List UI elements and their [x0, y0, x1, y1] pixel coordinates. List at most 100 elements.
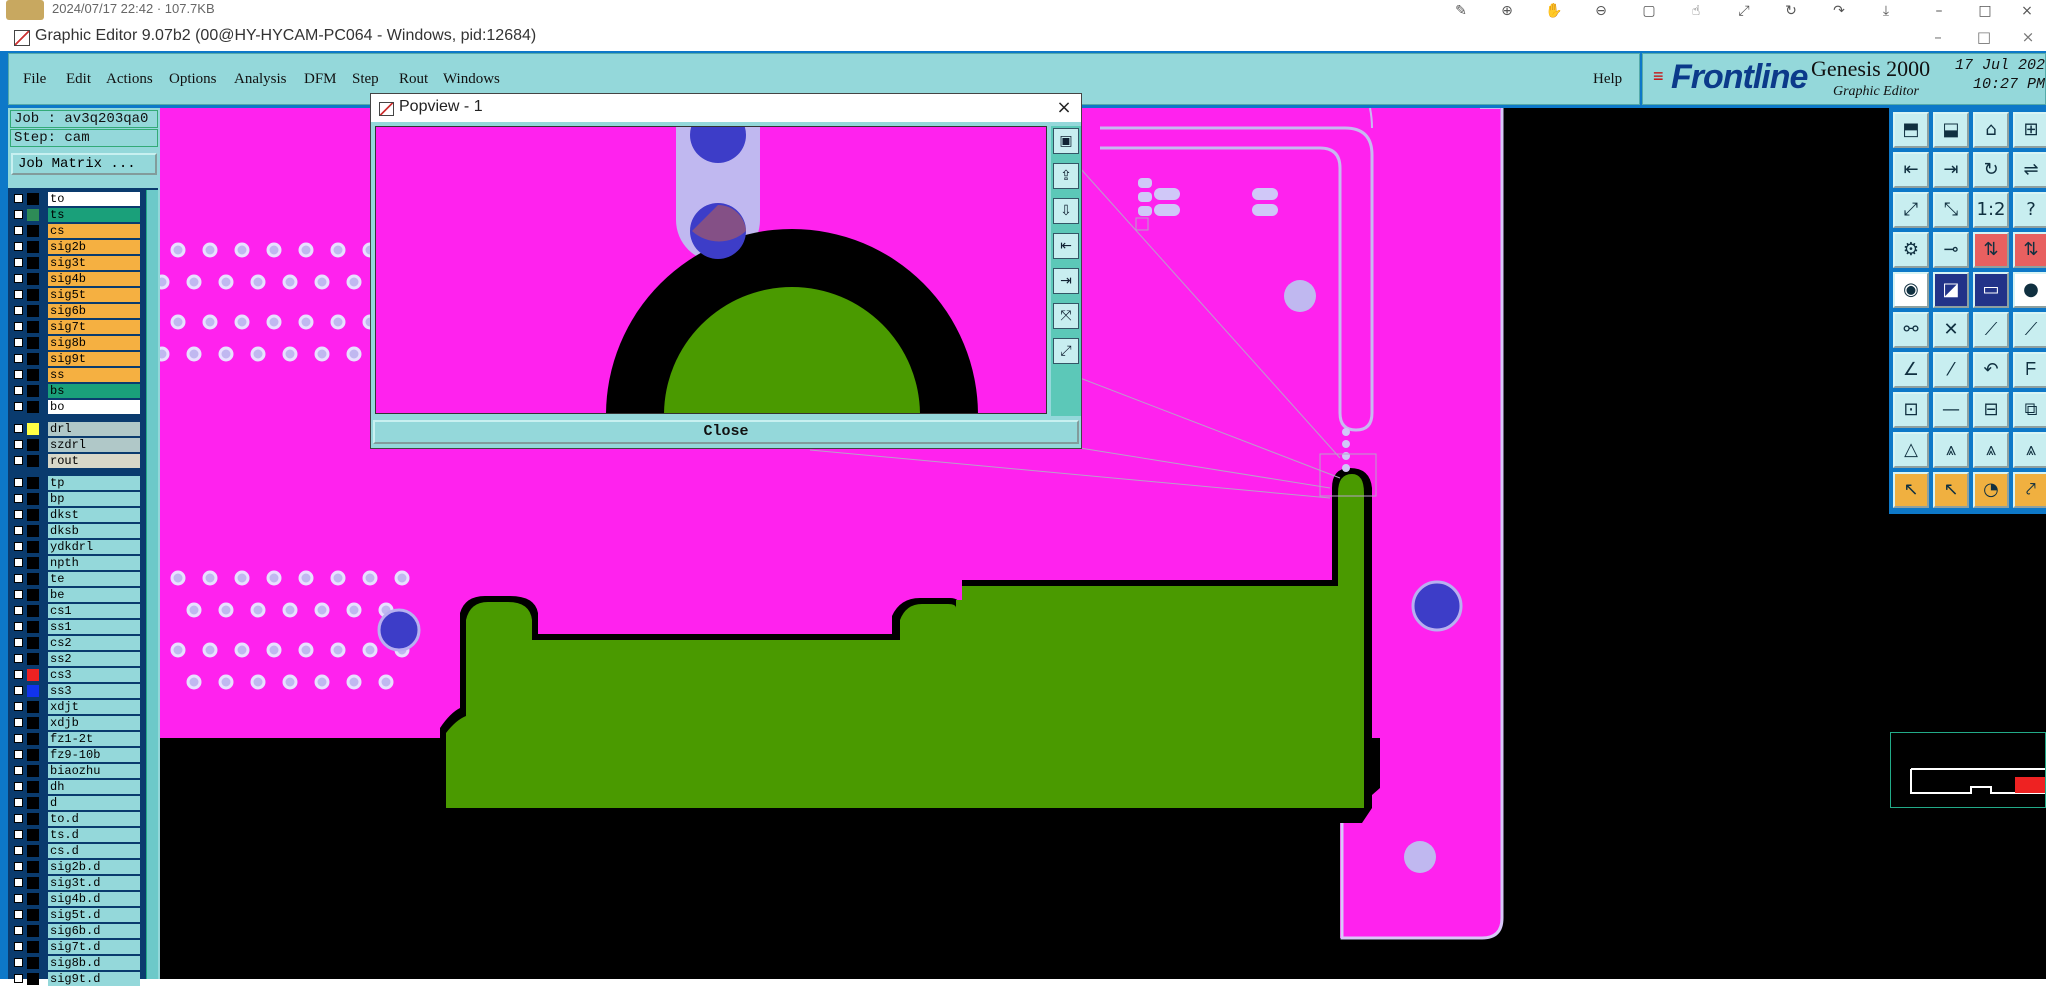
layer-checkbox[interactable] — [14, 750, 23, 759]
layer-row-6[interactable]: sig5t — [12, 288, 140, 302]
menu-help[interactable]: Help — [1593, 71, 1622, 88]
layer-row-45[interactable]: sig6b.d — [12, 924, 140, 938]
popview-canvas[interactable] — [375, 126, 1047, 414]
layer-checkbox[interactable] — [14, 830, 23, 839]
layer-checkbox[interactable] — [14, 958, 23, 967]
layer-row-30[interactable]: ss3 — [12, 684, 140, 698]
layer-row-5[interactable]: sig4b — [12, 272, 140, 286]
layer-checkbox[interactable] — [14, 814, 23, 823]
tool-button-6[interactable]: ↻ — [1973, 152, 2009, 188]
tool-button-28[interactable]: ⊡ — [1893, 392, 1929, 428]
popview-tool-fit[interactable]: ▣ — [1053, 128, 1079, 154]
layer-row-46[interactable]: sig7t.d — [12, 940, 140, 954]
layer-checkbox[interactable] — [14, 558, 23, 567]
layer-name[interactable]: fz9-10b — [48, 748, 140, 762]
crop-icon[interactable]: ▢ — [1640, 2, 1658, 20]
layer-row-27[interactable]: cs2 — [12, 636, 140, 650]
layer-name[interactable]: bo — [48, 400, 140, 414]
layer-name[interactable]: sig8b.d — [48, 956, 140, 970]
tool-button-20[interactable]: ⚯ — [1893, 312, 1929, 348]
layer-checkbox[interactable] — [14, 622, 23, 631]
layer-checkbox[interactable] — [14, 526, 23, 535]
layer-row-13[interactable]: bo — [12, 400, 140, 414]
layer-row-47[interactable]: sig8b.d — [12, 956, 140, 970]
menu-actions[interactable]: Actions — [106, 71, 153, 88]
layer-checkbox[interactable] — [14, 510, 23, 519]
tool-button-32[interactable]: △ — [1893, 432, 1929, 468]
tool-button-33[interactable]: ⩓ — [1933, 432, 1969, 468]
layer-checkbox[interactable] — [14, 494, 23, 503]
layer-name[interactable]: xdjt — [48, 700, 140, 714]
menu-windows[interactable]: Windows — [443, 71, 500, 88]
layer-row-28[interactable]: ss2 — [12, 652, 140, 666]
tool-button-29[interactable]: — — [1933, 392, 1969, 428]
layer-checkbox[interactable] — [14, 670, 23, 679]
tool-button-4[interactable]: ⇤ — [1893, 152, 1929, 188]
tool-button-31[interactable]: ⧉ — [2013, 392, 2046, 428]
layer-row-20[interactable]: dksb — [12, 524, 140, 538]
layer-list-scrollbar[interactable] — [146, 190, 158, 979]
layer-checkbox[interactable] — [14, 456, 23, 465]
layer-checkbox[interactable] — [14, 798, 23, 807]
popview-close-icon[interactable]: × — [1051, 96, 1077, 120]
pan-icon[interactable]: ✋ — [1545, 2, 1563, 20]
popview-tool-up[interactable]: ⇪ — [1053, 163, 1079, 189]
tool-button-27[interactable]: ᖴ — [2013, 352, 2046, 388]
zoom-in-icon[interactable]: ⊕ — [1498, 2, 1516, 20]
layer-name[interactable]: rout — [48, 454, 140, 468]
tool-button-35[interactable]: ⩓ — [2013, 432, 2046, 468]
layer-row-43[interactable]: sig4b.d — [12, 892, 140, 906]
layer-checkbox[interactable] — [14, 734, 23, 743]
layer-row-34[interactable]: fz9-10b — [12, 748, 140, 762]
layer-row-39[interactable]: ts.d — [12, 828, 140, 842]
viewer-maximize-icon[interactable]: □ — [1976, 2, 1994, 20]
layer-row-3[interactable]: sig2b — [12, 240, 140, 254]
tool-button-18[interactable]: ▭ — [1973, 272, 2009, 308]
layer-name[interactable]: sig4b — [48, 272, 140, 286]
tool-button-23[interactable]: ⟋ — [2013, 312, 2046, 348]
popview-tool-left[interactable]: ⇤ — [1053, 233, 1079, 259]
tool-button-16[interactable]: ◉ — [1893, 272, 1929, 308]
layer-name[interactable]: npth — [48, 556, 140, 570]
tool-button-26[interactable]: ↶ — [1973, 352, 2009, 388]
redo-icon[interactable]: ↷ — [1830, 2, 1848, 20]
layer-row-25[interactable]: cs1 — [12, 604, 140, 618]
layer-name[interactable]: cs3 — [48, 668, 140, 682]
layer-checkbox[interactable] — [14, 242, 23, 251]
layer-name[interactable]: sig6b — [48, 304, 140, 318]
download-icon[interactable]: ⤓ — [1877, 2, 1895, 20]
layer-name[interactable]: sig2b.d — [48, 860, 140, 874]
layer-name[interactable]: cs2 — [48, 636, 140, 650]
layer-row-8[interactable]: sig7t — [12, 320, 140, 334]
layer-row-0[interactable]: to — [12, 192, 140, 206]
tool-button-14[interactable]: ⇅ — [1973, 232, 2009, 268]
tool-button-34[interactable]: ⩓ — [1973, 432, 2009, 468]
layer-checkbox[interactable] — [14, 574, 23, 583]
layer-checkbox[interactable] — [14, 686, 23, 695]
popview-tool-right[interactable]: ⇥ — [1053, 268, 1079, 294]
layer-checkbox[interactable] — [14, 878, 23, 887]
layer-row-29[interactable]: cs3 — [12, 668, 140, 682]
tool-button-7[interactable]: ⇌ — [2013, 152, 2046, 188]
menu-options[interactable]: Options — [169, 71, 217, 88]
menu-file[interactable]: File — [23, 71, 46, 88]
layer-row-16[interactable]: rout — [12, 454, 140, 468]
layer-name[interactable]: dkst — [48, 508, 140, 522]
layer-name[interactable]: to — [48, 192, 140, 206]
layer-checkbox[interactable] — [14, 926, 23, 935]
layer-row-11[interactable]: ss — [12, 368, 140, 382]
layer-checkbox[interactable] — [14, 910, 23, 919]
layer-row-35[interactable]: biaozhu — [12, 764, 140, 778]
layer-row-42[interactable]: sig3t.d — [12, 876, 140, 890]
layer-row-48[interactable]: sig9t.d — [12, 972, 140, 986]
layer-row-2[interactable]: cs — [12, 224, 140, 238]
layer-name[interactable]: te — [48, 572, 140, 586]
close-button[interactable]: × — [2010, 26, 2046, 48]
layer-checkbox[interactable] — [14, 306, 23, 315]
layer-row-33[interactable]: fz1-2t — [12, 732, 140, 746]
layer-name[interactable]: sig5t — [48, 288, 140, 302]
layer-name[interactable]: cs.d — [48, 844, 140, 858]
layer-name[interactable]: sig3t — [48, 256, 140, 270]
layer-row-9[interactable]: sig8b — [12, 336, 140, 350]
layer-row-41[interactable]: sig2b.d — [12, 860, 140, 874]
